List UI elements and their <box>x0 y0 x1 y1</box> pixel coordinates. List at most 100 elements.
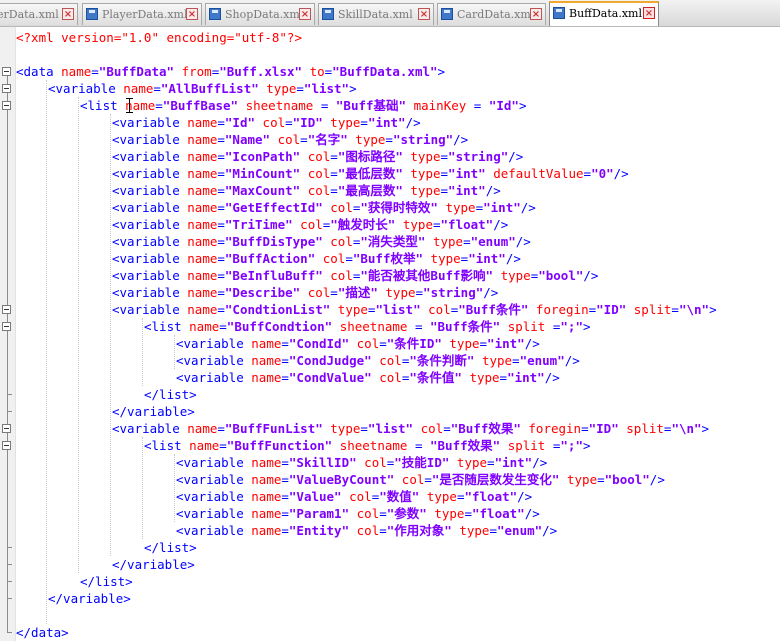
xml-tag-text <box>500 319 508 334</box>
xml-attribute-value: "CondtionList" <box>224 302 331 317</box>
xml-tag-text: /> <box>524 336 540 351</box>
xml-tag-text: /> <box>564 353 580 368</box>
xml-attribute-name: name <box>187 166 218 181</box>
xml-tag-text: = <box>217 132 225 147</box>
xml-tag-text: <variable <box>112 132 188 147</box>
xml-attribute-name: type <box>266 81 297 96</box>
xml-attribute-value: "BuffCondtion" <box>226 319 333 334</box>
xml-tag-text: = <box>512 353 520 368</box>
xml-attribute-value: "0" <box>591 166 614 181</box>
xml-attribute-value: "BuffDisType" <box>224 234 323 249</box>
xml-tag-text: = <box>217 115 225 130</box>
xml-attribute-value: "float" <box>440 217 494 232</box>
close-tab-icon[interactable]: × <box>643 7 655 19</box>
xml-tag-text <box>528 302 536 317</box>
fold-collapse-icon[interactable] <box>2 441 11 450</box>
close-tab-icon[interactable]: × <box>299 8 311 20</box>
xml-tag-text: = <box>217 421 225 436</box>
xml-tag-text: </list> <box>144 540 197 555</box>
tab-buffdata-xml[interactable]: BuffData.xml × <box>549 1 659 26</box>
xml-attribute-value: "图标路径" <box>337 149 403 164</box>
xml-tag-text: = <box>330 166 338 181</box>
xml-tag-text: <variable <box>112 149 188 164</box>
xml-tag-text: = <box>466 98 489 113</box>
tab-label: PlayerData.xml <box>102 8 188 21</box>
save-file-icon <box>553 7 565 19</box>
code-editor[interactable]: <?xml version="1.0" encoding="utf-8"?> <d… <box>0 27 780 641</box>
fold-collapse-icon[interactable] <box>2 84 11 93</box>
xml-attribute-name: name <box>123 81 154 96</box>
xml-attribute-name: name <box>187 302 218 317</box>
xml-tag-text: = <box>296 81 304 96</box>
xml-tag-text: = <box>217 217 225 232</box>
code-line: <variable name="Param1" col="参数" type="f… <box>16 505 540 522</box>
xml-attribute-value: "Id" <box>224 115 256 130</box>
xml-attribute-value: "AllBuffList" <box>160 81 259 96</box>
xml-tag-text: /> <box>532 455 548 470</box>
xml-tag-text: = <box>432 217 441 232</box>
xml-tag-text: </variable> <box>112 404 195 419</box>
fold-end-marker <box>7 598 12 599</box>
code-line: <variable name="MaxCount" col="最高层数" typ… <box>16 182 501 199</box>
tab-carddata-xml[interactable]: CardData.xml × <box>437 3 546 25</box>
xml-attribute-value: "条件ID" <box>386 336 442 351</box>
xml-attribute-value: "BuffFunction" <box>226 438 333 453</box>
xml-tag-text: <variable <box>176 489 252 504</box>
xml-tag-text: = <box>281 523 289 538</box>
xml-attribute-name: name <box>61 64 92 79</box>
code-line: <variable name="CondValue" col="条件值" typ… <box>16 369 560 386</box>
xml-tag-text: </list> <box>144 387 197 402</box>
tab-playerdata-xml[interactable]: PlayerData.xml × <box>82 3 202 25</box>
xml-tag-text: = <box>583 166 592 181</box>
xml-attribute-name: col <box>307 285 331 300</box>
xml-tag-text: = <box>440 183 449 198</box>
xml-attribute-value: "ValueByCount" <box>288 472 395 487</box>
xml-tag-text: <variable <box>112 234 188 249</box>
tab-erdata-xml[interactable]: erData.xml × <box>0 3 78 25</box>
xml-attribute-value: "作用对象" <box>386 523 452 538</box>
xml-attribute-value: "Buff.xlsx" <box>219 64 303 79</box>
xml-attribute-value: "bool" <box>538 268 584 283</box>
fold-collapse-icon[interactable] <box>2 424 11 433</box>
close-tab-icon[interactable]: × <box>62 8 74 20</box>
close-tab-icon[interactable]: × <box>418 8 430 20</box>
code-line: </list> <box>16 539 197 556</box>
xml-attribute-name: name <box>189 319 220 334</box>
close-tab-icon[interactable]: × <box>530 8 542 20</box>
xml-attribute-name: name <box>251 336 282 351</box>
xml-attribute-value: "\n" <box>678 302 710 317</box>
xml-tag-text <box>395 217 403 232</box>
xml-attribute-name: col <box>349 489 372 504</box>
xml-attribute-name: type <box>459 523 490 538</box>
xml-attribute-name: sheetname <box>339 438 408 453</box>
xml-attribute-name: split <box>507 438 546 453</box>
tab-shopdata-xml[interactable]: ShopData.xml × <box>205 3 315 25</box>
xml-attribute-name: name <box>251 506 282 521</box>
xml-attribute-name: name <box>187 132 218 147</box>
xml-attribute-name: from <box>181 64 212 79</box>
xml-attribute-value: "BuffBase" <box>162 98 239 113</box>
code-line: <list name="BuffFunction" sheetname = "B… <box>16 437 591 454</box>
xml-tag-text: <variable <box>112 183 188 198</box>
fold-collapse-icon[interactable] <box>2 101 11 110</box>
close-tab-icon[interactable]: × <box>186 8 198 20</box>
xml-attribute-value: "Buff条件" <box>458 302 529 317</box>
xml-attribute-value: ";" <box>560 438 583 453</box>
xml-attribute-name: type <box>385 285 416 300</box>
code-line: <variable name="BuffAction" col="Buff枚举"… <box>16 250 521 267</box>
fold-collapse-icon[interactable] <box>2 305 11 314</box>
tab-skilldata-xml[interactable]: SkillData.xml × <box>318 3 434 25</box>
xml-tag-text: = <box>499 370 508 385</box>
xml-tag-text: = <box>487 455 495 470</box>
fold-collapse-icon[interactable] <box>2 322 11 331</box>
xml-tag-text: = <box>407 319 430 334</box>
xml-tag-text: <variable <box>176 472 252 487</box>
xml-attribute-value: "Buff效果" <box>430 438 501 453</box>
xml-tag-text: /> <box>542 523 558 538</box>
code-line: </list> <box>16 573 133 590</box>
fold-collapse-icon[interactable] <box>2 67 11 76</box>
code-line: <variable name="CondId" col="条件ID" type=… <box>16 335 540 352</box>
code-line: </variable> <box>16 556 195 573</box>
tab-label: SkillData.xml <box>338 8 413 21</box>
document-tab-bar: erData.xml × PlayerData.xml × ShopData.xml × S… <box>0 0 780 27</box>
